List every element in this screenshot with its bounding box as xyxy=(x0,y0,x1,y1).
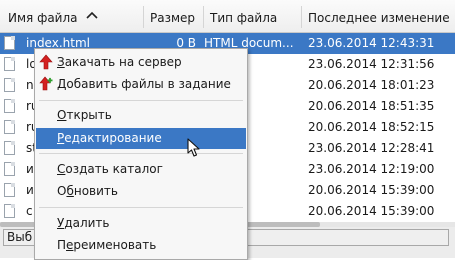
red-arrow-green-plus-icon xyxy=(39,76,53,91)
file-modified: 20.06.2014 15:39:00 xyxy=(308,183,435,197)
menu-item-label: Открыть xyxy=(57,108,112,122)
menu-item-upload[interactable]: Закачать на сервер xyxy=(36,52,246,73)
file-modified: 23.06.2014 12:28:41 xyxy=(308,141,435,155)
file-modified: 20.06.2014 18:51:35 xyxy=(308,99,435,113)
file-modified: 23.06.2014 12:19:00 xyxy=(308,162,435,176)
menu-item-rename[interactable]: Переименовать xyxy=(36,235,246,256)
menu-item-label: Редактирование xyxy=(57,131,162,145)
menu-item-label: Создать каталог xyxy=(57,162,163,176)
file-modified: 20.06.2014 18:52:15 xyxy=(308,120,435,134)
file-list-header: Имя файла Размер Тип файла Последнее изм… xyxy=(0,0,455,33)
menu-item-label: Переименовать xyxy=(57,238,157,252)
file-icon xyxy=(4,162,15,176)
column-header-name[interactable]: Имя файла xyxy=(8,0,78,32)
file-modified: 23.06.2014 12:31:56 xyxy=(308,57,435,71)
file-name: n xyxy=(26,78,34,92)
file-icon xyxy=(4,141,15,155)
file-name: с xyxy=(26,204,33,218)
menu-item-delete[interactable]: Удалить xyxy=(36,213,246,234)
menu-separator xyxy=(39,153,243,154)
file-name: и xyxy=(26,183,34,197)
menu-item-label: Добавить файлы в задание xyxy=(57,77,231,91)
column-separator[interactable] xyxy=(301,6,302,28)
column-separator[interactable] xyxy=(143,6,144,28)
column-header-size[interactable]: Размер xyxy=(150,0,195,32)
file-icon xyxy=(4,78,15,92)
menu-separator xyxy=(39,207,243,208)
menu-separator xyxy=(39,100,243,101)
red-up-arrow-icon xyxy=(39,54,53,70)
column-header-type[interactable]: Тип файла xyxy=(210,0,277,32)
menu-item-create-directory[interactable]: Создать каталог xyxy=(36,159,246,180)
file-icon xyxy=(4,36,15,50)
column-separator[interactable] xyxy=(203,6,204,28)
file-modified: 20.06.2014 18:01:23 xyxy=(308,78,435,92)
column-header-size-label: Размер xyxy=(150,11,196,25)
file-modified: 23.06.2014 12:43:31 xyxy=(308,36,435,50)
column-header-name-label: Имя файла xyxy=(8,11,78,25)
menu-item-open[interactable]: Открыть xyxy=(36,105,246,126)
file-modified: 20.06.2014 15:39:00 xyxy=(308,204,435,218)
menu-item-label: Закачать на сервер xyxy=(57,55,182,69)
file-name: и xyxy=(26,162,34,176)
menu-item-label: Обновить xyxy=(57,184,118,198)
context-menu: Закачать на сервер Добавить файлы в зада… xyxy=(34,48,248,260)
menu-item-label: Удалить xyxy=(57,216,110,230)
file-icon xyxy=(4,204,15,218)
sort-ascending-icon xyxy=(86,11,98,19)
column-header-type-label: Тип файла xyxy=(210,11,278,25)
file-icon xyxy=(4,183,15,197)
menu-item-edit[interactable]: Редактирование xyxy=(36,128,246,149)
filezilla-local-file-list: Имя файла Размер Тип файла Последнее изм… xyxy=(0,0,455,260)
file-icon xyxy=(4,120,15,134)
menu-item-add-to-queue[interactable]: Добавить файлы в задание xyxy=(36,74,246,95)
menu-item-refresh[interactable]: Обновить xyxy=(36,181,246,202)
file-icon xyxy=(4,57,15,71)
mouse-pointer-icon xyxy=(187,138,200,157)
file-icon xyxy=(4,99,15,113)
column-header-modified-label: Последнее изменение xyxy=(308,11,450,25)
column-header-modified[interactable]: Последнее изменение xyxy=(308,0,450,32)
